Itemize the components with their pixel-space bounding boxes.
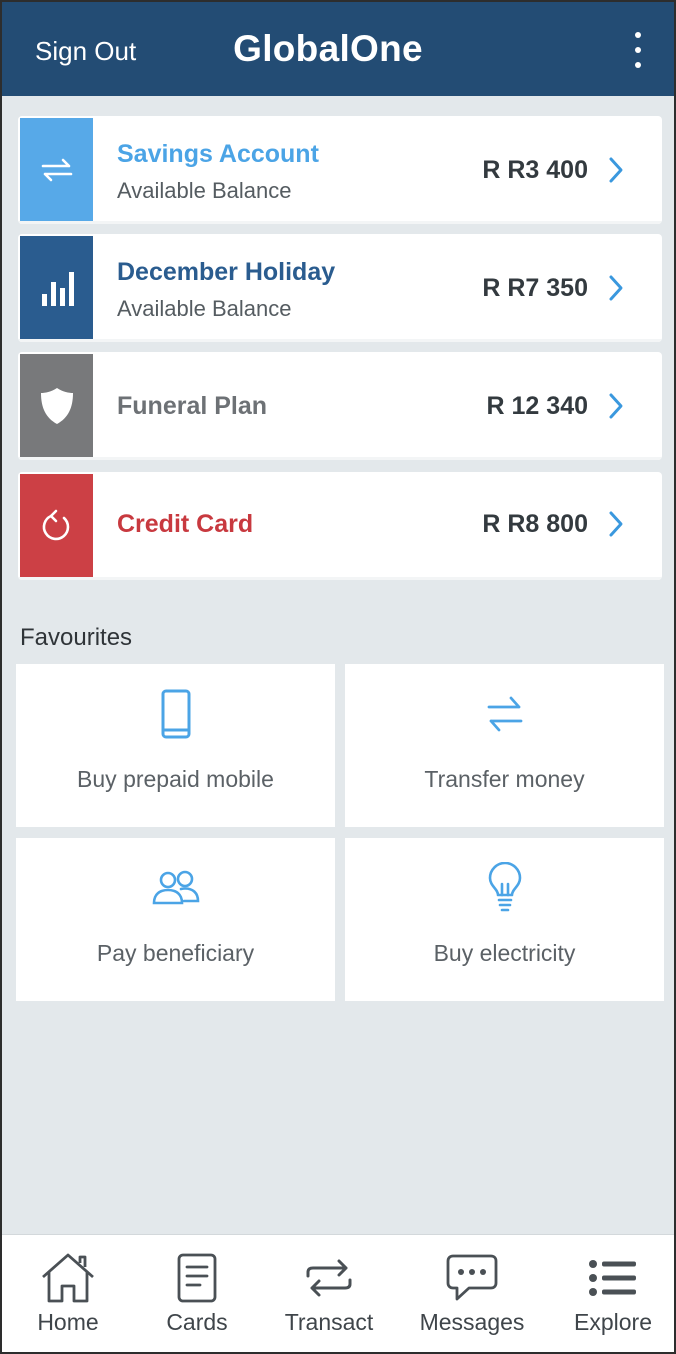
account-credit-card[interactable]: Credit Card R R8 800 [18,472,662,580]
favourite-transfer-money[interactable]: Transfer money [345,664,664,827]
users-icon [16,860,335,916]
app-title: GlobalOne [233,28,423,69]
account-december-holiday[interactable]: December Holiday Available Balance R R7 … [18,234,662,342]
account-amount: R 12 340 [486,392,588,420]
account-name: Savings Account [117,140,319,168]
nav-messages[interactable]: Messages [407,1235,537,1352]
account-amount: R R7 350 [482,274,588,302]
favourites-title: Favourites [20,624,133,651]
chevron-right-icon [609,393,623,419]
account-subtitle: Available Balance [117,296,292,321]
account-name: Credit Card [117,510,254,538]
accounts-list: Savings Account Available Balance R R3 4… [18,116,662,590]
refresh-icon [20,474,93,578]
app-header: Sign Out GlobalOne [2,2,674,96]
account-savings[interactable]: Savings Account Available Balance R R3 4… [18,116,662,224]
account-name: Funeral Plan [117,392,268,420]
chat-bubble-icon [407,1251,537,1305]
bar-chart-icon [20,236,93,340]
favourite-label: Buy electricity [433,940,576,966]
nav-label: Explore [574,1309,652,1335]
nav-label: Transact [284,1309,374,1335]
chevron-right-icon [609,511,623,537]
favourite-buy-prepaid-mobile[interactable]: Buy prepaid mobile [16,664,335,827]
more-vertical-icon[interactable] [628,32,648,68]
transfer-icon [345,686,664,742]
account-subtitle: Available Balance [117,178,292,203]
account-amount: R R3 400 [482,156,588,184]
list-icon [548,1251,674,1305]
chevron-right-icon [609,157,623,183]
account-name: December Holiday [117,258,336,286]
app-screen: Sign Out GlobalOne Savings Account Avail… [0,0,676,1354]
nav-label: Messages [419,1309,525,1335]
transfer-icon [264,1251,394,1305]
mobile-phone-icon [16,686,335,742]
favourite-label: Transfer money [424,766,585,792]
nav-transact[interactable]: Transact [264,1235,394,1352]
nav-label: Home [37,1309,99,1335]
nav-home[interactable]: Home [3,1235,133,1352]
favourite-label: Pay beneficiary [96,940,255,966]
bottom-navigation: Home Cards Transact Messages Explore [2,1234,674,1352]
nav-cards[interactable]: Cards [132,1235,262,1352]
nav-label: Cards [166,1309,228,1335]
account-funeral-plan[interactable]: Funeral Plan R 12 340 [18,352,662,460]
favourite-buy-electricity[interactable]: Buy electricity [345,838,664,1001]
shield-icon [20,354,93,458]
lightbulb-icon [345,860,664,916]
favourite-pay-beneficiary[interactable]: Pay beneficiary [16,838,335,1001]
card-document-icon [132,1251,262,1305]
chevron-right-icon [609,275,623,301]
nav-explore[interactable]: Explore [548,1235,674,1352]
account-amount: R R8 800 [482,510,588,538]
favourite-label: Buy prepaid mobile [77,766,274,792]
home-icon [3,1251,133,1305]
transfer-icon [20,118,93,222]
